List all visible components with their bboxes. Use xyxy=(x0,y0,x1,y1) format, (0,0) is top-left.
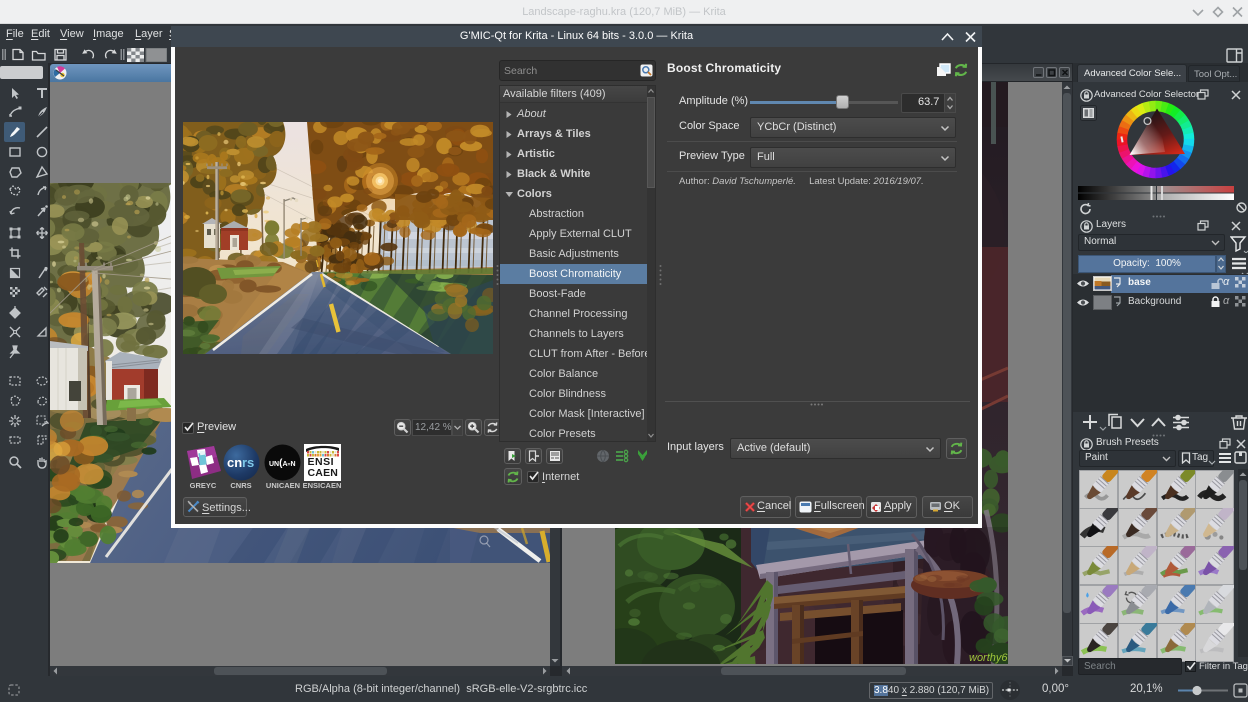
svg-text:worthy6: worthy6 xyxy=(969,652,1008,664)
svg-text:cn: cn xyxy=(227,455,242,470)
svg-text:CAEN: CAEN xyxy=(308,467,339,479)
svg-text:rs: rs xyxy=(242,455,254,470)
